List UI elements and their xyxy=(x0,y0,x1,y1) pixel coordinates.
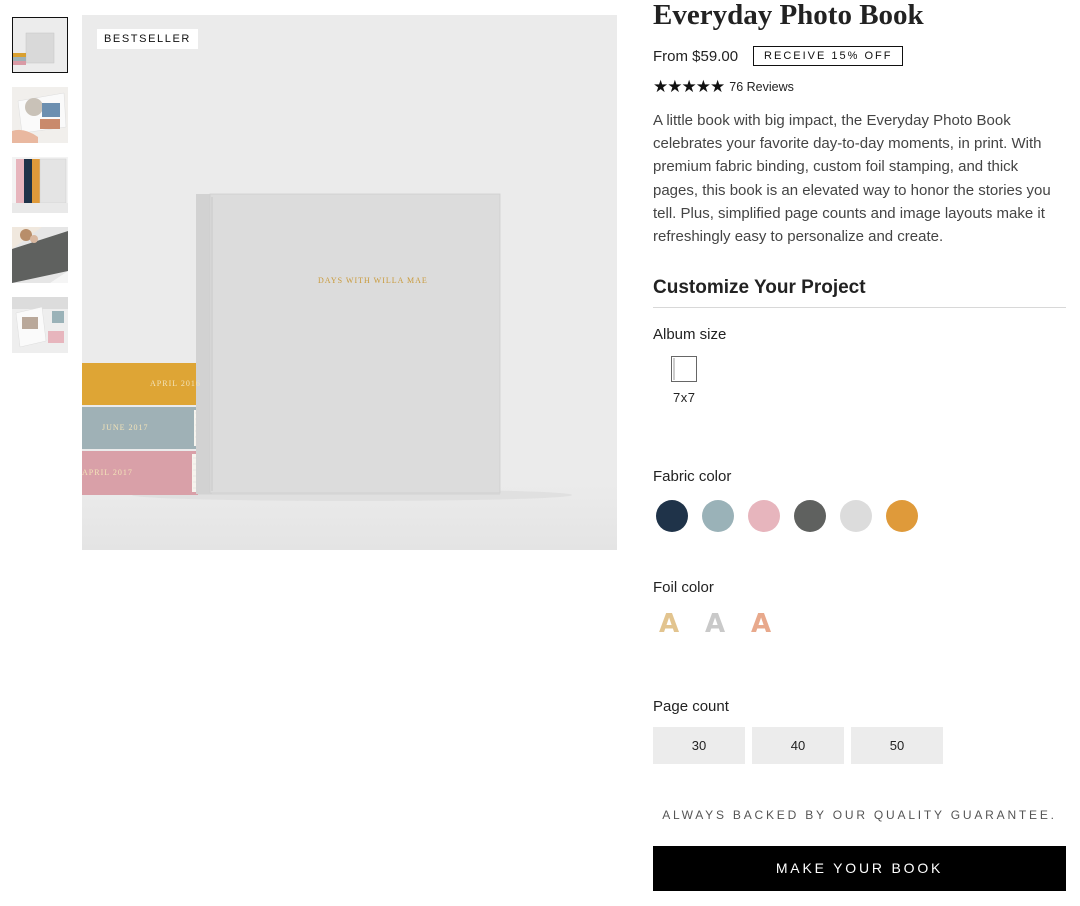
make-your-book-button[interactable]: MAKE YOUR BOOK xyxy=(653,846,1066,891)
swatch-pink[interactable] xyxy=(748,500,780,532)
product-description: A little book with big impact, the Every… xyxy=(653,112,1051,246)
swatch-light-grey[interactable] xyxy=(840,500,872,532)
thumbnail-5[interactable] xyxy=(12,297,68,353)
star-icon: ★ xyxy=(695,77,711,96)
discount-button[interactable]: RECEIVE 15% OFF xyxy=(753,46,904,66)
thumbnail-4[interactable] xyxy=(12,227,68,283)
swatch-slate-blue[interactable] xyxy=(702,500,734,532)
foil-silver-option[interactable]: A xyxy=(705,609,751,639)
page-count-40-button[interactable]: 40 xyxy=(752,727,844,764)
foil-rose-gold-option[interactable]: A xyxy=(751,609,797,639)
stack-label-2: JUNE 2017 xyxy=(102,423,149,432)
product-price: From $59.00 xyxy=(653,47,739,65)
foil-gold-option[interactable]: A xyxy=(659,609,705,639)
reviews-link[interactable]: 76 Reviews xyxy=(729,80,794,94)
page-count-30-button[interactable]: 30 xyxy=(653,727,745,764)
thumbnail-1[interactable] xyxy=(12,17,68,73)
page-count-50-button[interactable]: 50 xyxy=(851,727,943,764)
star-rating: ★ ★ ★ ★ ★ xyxy=(653,77,726,96)
product-title: Everyday Photo Book xyxy=(653,0,924,31)
size-option-label: 7x7 xyxy=(673,390,696,405)
main-product-image: APRIL 2016 JUNE 2017 APRIL 2017 DAYS WIT… xyxy=(82,15,617,550)
size-option-7x7[interactable] xyxy=(671,356,697,382)
page-count-label: Page count xyxy=(653,698,729,715)
price-row: From $59.00 RECEIVE 15% OFF xyxy=(653,46,904,66)
thumbnail-3[interactable] xyxy=(12,157,68,213)
thumbnail-2-image xyxy=(12,87,68,143)
cover-title-text: DAYS WITH WILLA MAE xyxy=(318,276,428,285)
swatch-mustard[interactable] xyxy=(886,500,918,532)
thumbnail-1-image xyxy=(12,17,68,73)
swatch-navy[interactable] xyxy=(656,500,688,532)
album-size-label: Album size xyxy=(653,326,727,343)
thumbnail-5-image xyxy=(12,297,68,353)
thumbnail-list xyxy=(12,17,68,367)
page-count-options: 30 40 50 xyxy=(653,727,950,764)
thumbnail-3-image xyxy=(12,157,68,213)
star-icon: ★ xyxy=(710,77,726,96)
rating-row: ★ ★ ★ ★ ★ 76 Reviews xyxy=(653,78,794,95)
foil-color-options: A A A xyxy=(659,609,797,639)
divider xyxy=(653,307,1066,308)
quality-guarantee: ALWAYS BACKED BY OUR QUALITY GUARANTEE. xyxy=(662,808,1057,822)
star-icon: ★ xyxy=(653,77,669,96)
star-icon: ★ xyxy=(681,77,697,96)
star-icon: ★ xyxy=(667,77,683,96)
customize-heading: Customize Your Project xyxy=(653,277,866,298)
foil-color-label: Foil color xyxy=(653,579,714,596)
stack-label-3: APRIL 2017 xyxy=(82,468,133,477)
stack-label-1: APRIL 2016 xyxy=(150,379,201,388)
fabric-color-swatches xyxy=(656,500,932,532)
thumbnail-4-image xyxy=(12,227,68,283)
fabric-color-label: Fabric color xyxy=(653,468,732,485)
thumbnail-2[interactable] xyxy=(12,87,68,143)
swatch-charcoal[interactable] xyxy=(794,500,826,532)
bestseller-badge: BESTSELLER xyxy=(97,29,198,49)
